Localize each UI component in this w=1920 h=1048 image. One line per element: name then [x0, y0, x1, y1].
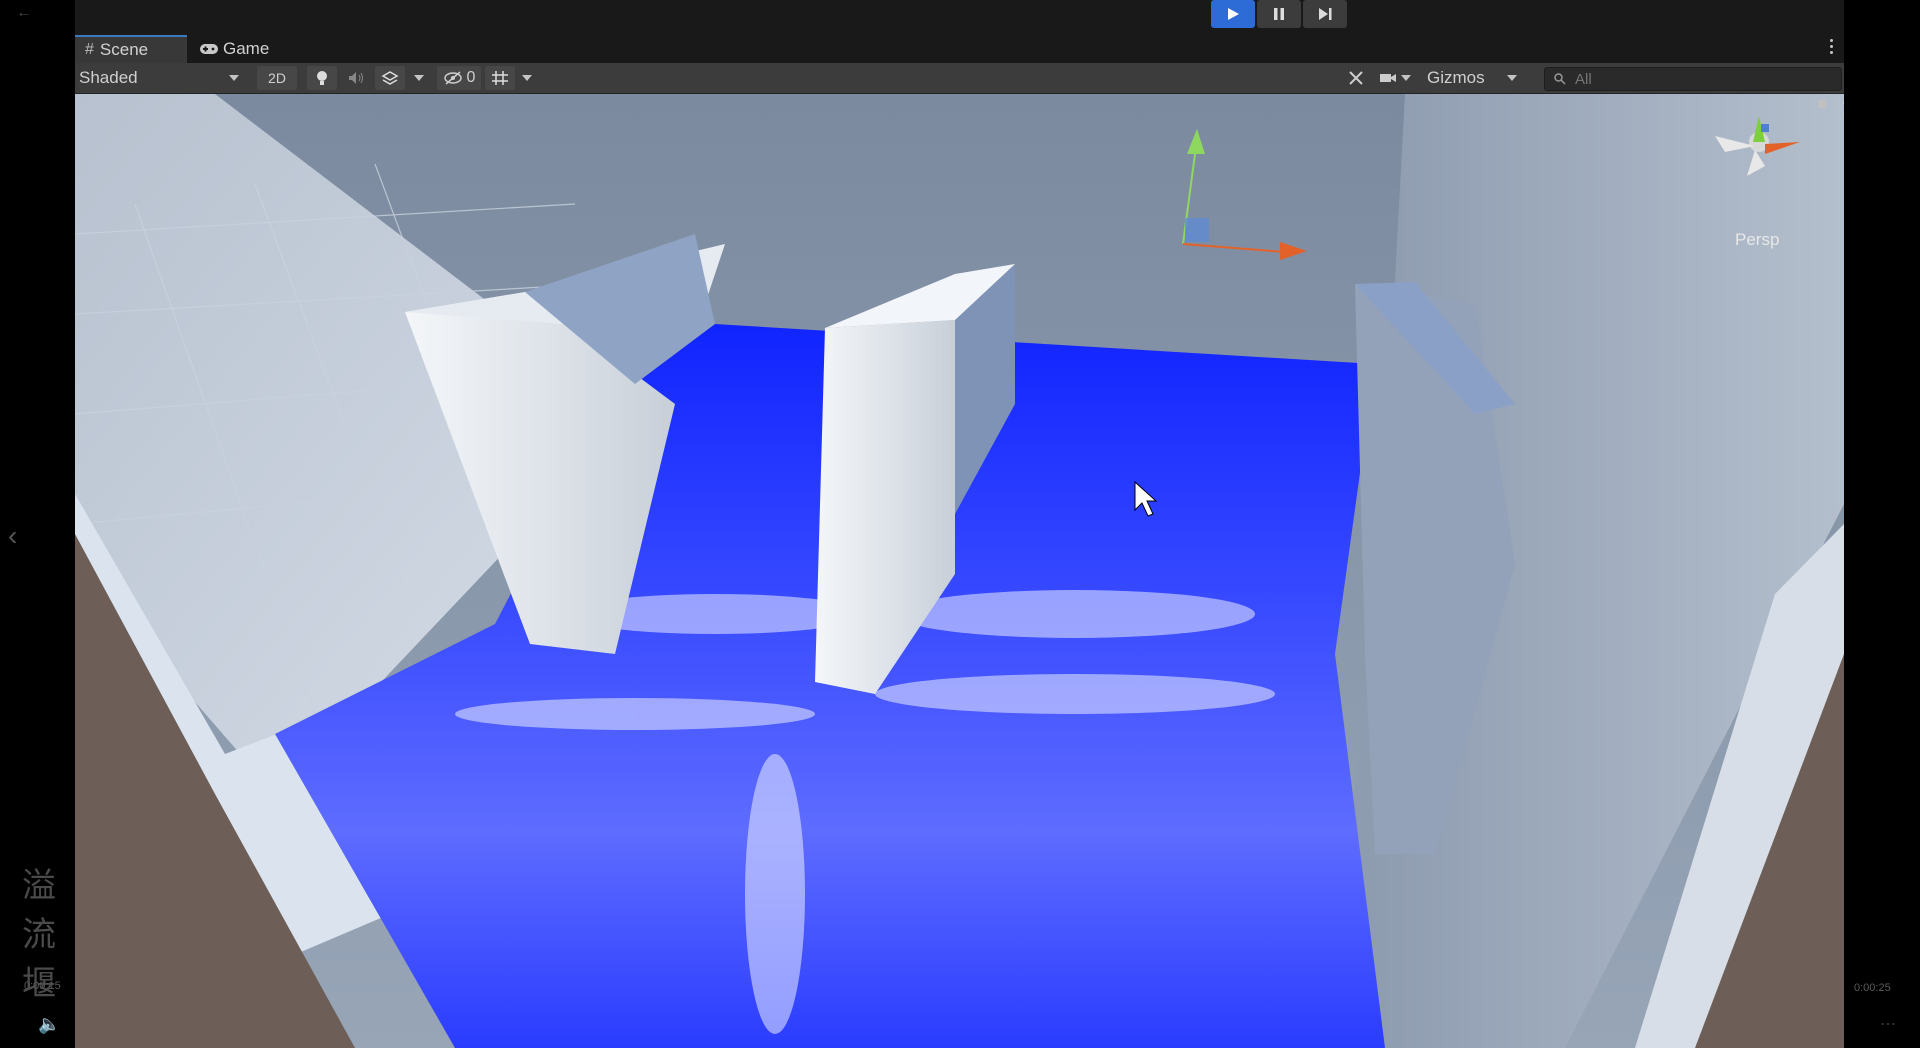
pause-icon — [1274, 8, 1284, 20]
scene-visibility-toggle[interactable]: 0 — [437, 66, 481, 90]
pause-button[interactable] — [1257, 0, 1301, 28]
tab-game-label: Game — [223, 39, 270, 58]
lightbulb-icon — [317, 71, 327, 85]
gamepad-icon — [200, 44, 218, 54]
chevron-down-icon — [1507, 75, 1517, 81]
chevron-left-icon[interactable]: ‹ — [8, 520, 17, 552]
play-icon — [1228, 8, 1239, 20]
more-icon[interactable]: ⋯ — [1880, 1014, 1896, 1034]
hash-icon: # — [85, 41, 94, 58]
projection-toggle[interactable]: Persp — [1735, 230, 1779, 250]
chevron-down-icon — [1401, 75, 1411, 81]
tools-toggle[interactable] — [1341, 66, 1371, 90]
grid-dropdown[interactable] — [517, 66, 537, 90]
gizmos-dropdown[interactable]: Gizmos — [1423, 66, 1521, 90]
camera-settings[interactable] — [1375, 66, 1415, 90]
tools-icon — [1349, 71, 1363, 85]
shading-mode-value: Shaded — [79, 68, 138, 87]
tab-scene-label: Scene — [99, 40, 149, 59]
scene-viewport[interactable]: y z x Persp — [75, 94, 1844, 1048]
grid-toggle[interactable] — [485, 66, 515, 90]
search-icon — [1554, 73, 1566, 85]
volume-icon[interactable]: 🔈 — [38, 1014, 60, 1035]
back-arrow-icon[interactable]: ← — [16, 4, 32, 22]
video-player-left-panel: ← ‹ 溢流堰 0:00:15 🔈 — [0, 0, 75, 1048]
unity-editor: # Scene Game Shaded 2D 0 Gizmos All Pers… — [75, 0, 1844, 1048]
audio-toggle[interactable] — [341, 66, 371, 90]
eye-slash-icon — [443, 71, 462, 85]
scene-render — [75, 94, 1844, 1048]
time-current: 0:00:15 — [24, 980, 61, 992]
tab-scene[interactable]: # Scene — [75, 35, 187, 63]
search-input[interactable] — [1573, 69, 1827, 89]
video-player-right-panel: 0:00:25 ⋯ — [1844, 0, 1920, 1048]
camera-icon — [1380, 74, 1396, 82]
step-icon — [1319, 8, 1332, 20]
grid-icon — [492, 71, 508, 85]
toggle-2d-button[interactable]: 2D — [257, 66, 297, 90]
search-field[interactable] — [1544, 67, 1842, 91]
chevron-down-icon — [522, 75, 532, 81]
toggle-2d-label: 2D — [268, 70, 286, 86]
shading-mode-dropdown[interactable]: Shaded — [77, 66, 247, 90]
play-toolbar — [75, 0, 1844, 33]
axis-y-label: y — [1843, 96, 1844, 116]
gizmos-label: Gizmos — [1427, 68, 1485, 87]
scene-toolbar: Shaded 2D 0 Gizmos All — [75, 63, 1844, 94]
view-tabs: # Scene Game — [75, 33, 1844, 63]
kebab-menu-icon[interactable] — [1830, 39, 1834, 57]
tab-game[interactable]: Game — [199, 35, 299, 63]
time-total: 0:00:25 — [1854, 982, 1891, 994]
lock-icon — [1818, 100, 1826, 108]
projection-label: Persp — [1735, 230, 1780, 249]
step-button[interactable] — [1303, 0, 1347, 28]
effects-dropdown[interactable] — [409, 66, 429, 90]
layers-icon — [381, 71, 399, 85]
lighting-toggle[interactable] — [307, 66, 337, 90]
hidden-count: 0 — [466, 69, 476, 86]
play-button[interactable] — [1211, 0, 1255, 28]
speaker-icon — [349, 72, 363, 84]
chevron-down-icon — [229, 75, 239, 81]
effects-toggle[interactable] — [375, 66, 405, 90]
chevron-down-icon — [414, 75, 424, 81]
